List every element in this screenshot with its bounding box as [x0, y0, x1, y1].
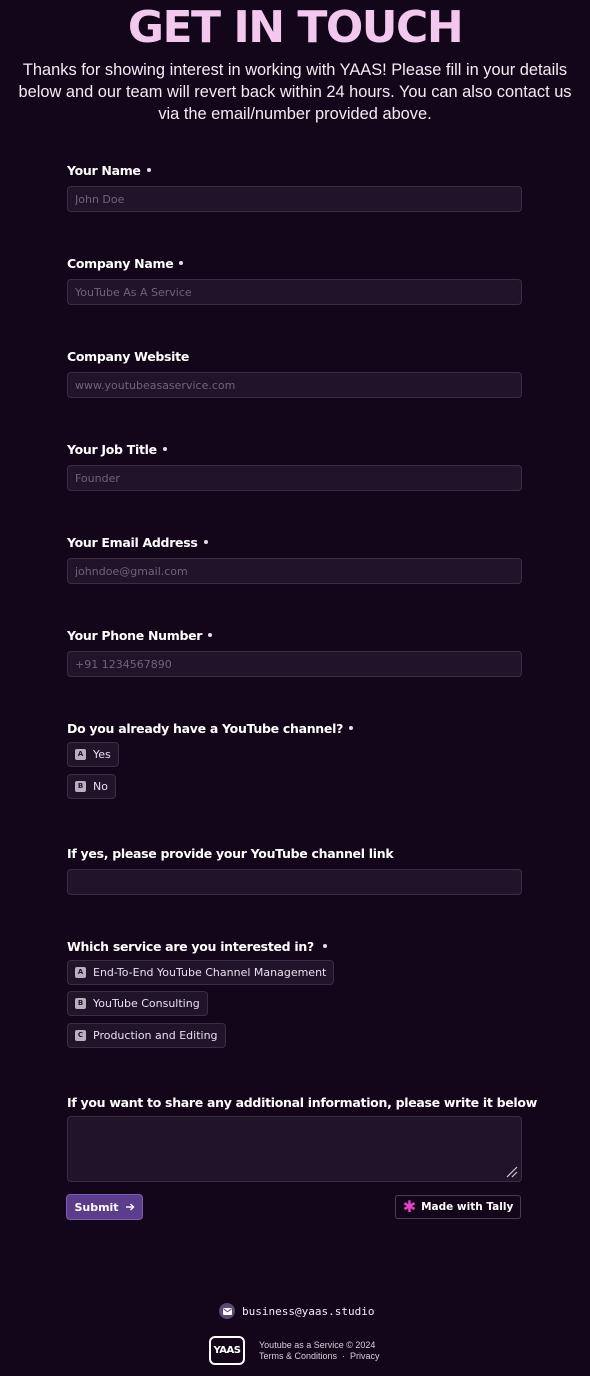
required-dot: [146, 167, 151, 172]
submit-label: Submit: [74, 1200, 119, 1214]
option-channel-management[interactable]: A End-To-End YouTube Channel Management: [67, 960, 335, 985]
name-label: Your Name: [67, 163, 522, 179]
website-label: Company Website: [67, 349, 190, 364]
option-label: Production and Editing: [93, 1029, 218, 1042]
phone-label: Your Phone Number: [67, 628, 522, 644]
service-option-a-row: A End-To-End YouTube Channel Management: [67, 960, 335, 985]
page-title: GET IN TOUCH: [127, 2, 464, 53]
website-input[interactable]: [67, 372, 522, 398]
option-yes[interactable]: A Yes: [67, 742, 119, 767]
has-channel-field: Do you already have a YouTube channel?: [67, 721, 522, 737]
option-key: A: [75, 749, 86, 760]
option-label: YouTube Consulting: [93, 997, 200, 1010]
job-title-field: Your Job Title: [67, 442, 522, 491]
option-no[interactable]: B No: [67, 774, 116, 799]
intro-text: Thanks for showing interest in working w…: [18, 61, 572, 123]
additional-info-field: If you want to share any additional info…: [67, 1095, 537, 1111]
company-input[interactable]: [67, 279, 522, 305]
footer-text: Youtube as a Service © 2024 Terms & Cond…: [259, 1340, 380, 1362]
email-field: Your Email Address: [67, 535, 522, 584]
link-separator: ·: [342, 1350, 346, 1361]
privacy-link[interactable]: Privacy: [350, 1351, 380, 1361]
service-option-b-row: B YouTube Consulting: [67, 991, 208, 1016]
job-title-label: Your Job Title: [67, 442, 522, 458]
required-dot: [179, 260, 184, 265]
email-input[interactable]: [67, 558, 522, 584]
required-dot: [322, 943, 327, 948]
option-key: B: [75, 781, 86, 792]
option-label: Yes: [93, 748, 111, 761]
has-channel-option-no-row: B No: [67, 774, 116, 799]
phone-field: Your Phone Number: [67, 628, 522, 677]
arrow-right-icon: [125, 1203, 135, 1211]
option-consulting[interactable]: B YouTube Consulting: [67, 991, 208, 1016]
footer-links: Terms & Conditions · Privacy: [259, 1351, 380, 1362]
made-with-tally-link[interactable]: ✱ Made with Tally: [395, 1195, 521, 1219]
option-label: End-To-End YouTube Channel Management: [93, 966, 327, 979]
contact-page: GET IN TOUCH Thanks for showing interest…: [0, 0, 590, 1376]
phone-input[interactable]: [67, 651, 522, 677]
service-field: Which service are you interested in?: [67, 939, 522, 955]
tally-star-icon: ✱: [402, 1197, 417, 1216]
service-label: Which service are you interested in?: [67, 939, 522, 955]
email-label: Your Email Address: [67, 535, 522, 551]
submit-button[interactable]: Submit: [66, 1194, 143, 1220]
footer-email-row: business@yaas.studio: [219, 1302, 374, 1320]
required-dot: [203, 539, 208, 544]
required-dot: [162, 446, 167, 451]
option-key: B: [75, 998, 86, 1009]
additional-info-label: If you want to share any additional info…: [67, 1095, 537, 1110]
name-field: Your Name: [67, 163, 522, 212]
footer-email-link[interactable]: business@yaas.studio: [242, 1305, 374, 1318]
copyright-text: Youtube as a Service © 2024: [259, 1339, 376, 1350]
additional-info-textarea[interactable]: [67, 1116, 522, 1182]
terms-link[interactable]: Terms & Conditions: [259, 1351, 337, 1361]
option-production-editing[interactable]: C Production and Editing: [67, 1023, 226, 1048]
name-input[interactable]: [67, 186, 522, 212]
job-title-input[interactable]: [67, 465, 522, 491]
has-channel-label: Do you already have a YouTube channel?: [67, 721, 522, 737]
required-dot: [208, 632, 213, 637]
company-label: Company Name: [67, 256, 522, 272]
has-channel-option-yes-row: A Yes: [67, 742, 119, 767]
yaas-logo: YAAS: [209, 1336, 245, 1365]
channel-link-label: If yes, please provide your YouTube chan…: [67, 846, 394, 861]
channel-link-field: If yes, please provide your YouTube chan…: [67, 846, 522, 895]
option-key: A: [75, 967, 86, 978]
channel-link-input[interactable]: [67, 869, 522, 895]
service-option-c-row: C Production and Editing: [67, 1023, 226, 1048]
tally-label: Made with Tally: [421, 1201, 514, 1213]
company-field: Company Name: [67, 256, 522, 305]
required-dot: [349, 725, 354, 730]
mail-icon: [219, 1303, 235, 1319]
resize-handle-icon[interactable]: [506, 1166, 518, 1178]
website-field: Company Website: [67, 349, 522, 398]
option-key: C: [75, 1030, 86, 1041]
footer: YAAS Youtube as a Service © 2024 Terms &…: [209, 1336, 380, 1365]
option-label: No: [93, 780, 108, 793]
